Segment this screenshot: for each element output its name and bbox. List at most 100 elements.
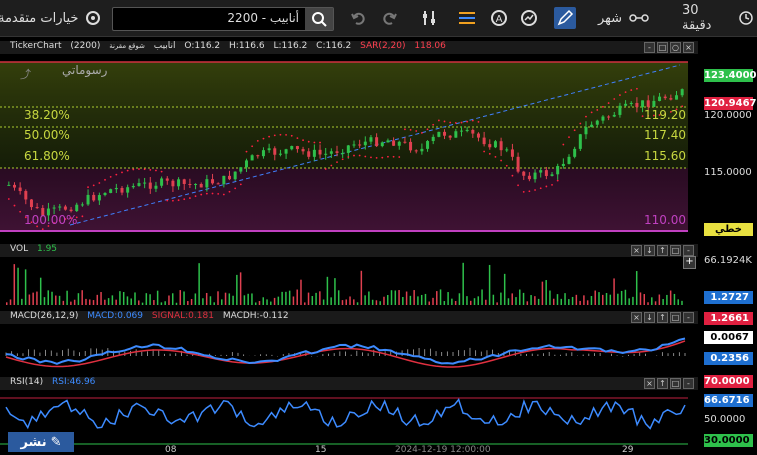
candle-body — [80, 204, 84, 206]
move-up-button[interactable]: ↑ — [657, 245, 668, 256]
candle-body — [426, 141, 430, 149]
candle-body — [482, 137, 486, 145]
volume-bar — [477, 296, 480, 305]
sar-dot — [579, 122, 582, 125]
candle-body — [12, 184, 16, 188]
volume-bar — [564, 293, 566, 305]
maximize-pane-button[interactable]: □ — [670, 378, 681, 389]
maximize-pane-button[interactable]: □ — [657, 42, 668, 53]
move-up-button[interactable]: ↑ — [657, 378, 668, 389]
volume-bar — [168, 295, 170, 305]
rsi-line — [5, 397, 686, 430]
settings-pane-button[interactable]: ○ — [670, 42, 681, 53]
axis-label-115: 115.0000 — [704, 167, 752, 178]
search-icon[interactable] — [305, 8, 333, 30]
volume-bar — [315, 292, 317, 305]
price-axis[interactable] — [698, 55, 757, 241]
candle-body — [18, 187, 22, 192]
ticker-label: TickerChart — [10, 41, 62, 51]
fib-tool-button[interactable] — [456, 0, 478, 36]
period-selector[interactable]: شهر — [598, 0, 650, 36]
sar-dot — [143, 168, 146, 171]
advanced-options-button[interactable]: خيارات متقدمة — [0, 0, 104, 36]
candle-body — [154, 185, 158, 189]
volume-bar — [635, 271, 638, 305]
add-indicator-icon[interactable]: + — [683, 256, 696, 269]
move-up-button[interactable]: ↑ — [657, 312, 668, 323]
volume-bar — [190, 298, 193, 305]
candle-body — [680, 89, 684, 96]
minimize-pane-button[interactable]: - — [644, 42, 655, 53]
publish-button[interactable]: نشر ✎ — [8, 432, 74, 452]
trend-circle-icon — [518, 7, 540, 29]
close-pane-button[interactable]: × — [644, 378, 655, 389]
rsi-axis-mid: 50.0000 — [704, 414, 746, 425]
rsi-chart[interactable] — [0, 390, 698, 446]
sar-dot — [302, 139, 304, 142]
trend-button[interactable] — [518, 0, 540, 36]
volume-bar — [171, 293, 174, 305]
candle-body — [420, 148, 424, 152]
symbol-name: أنابيب — [153, 41, 176, 51]
sar-dot — [155, 169, 157, 172]
volume-bar — [353, 299, 355, 305]
draw-tool-button[interactable] — [554, 0, 576, 36]
volume-bar — [285, 291, 287, 305]
close-pane-button[interactable]: × — [631, 245, 642, 256]
redo-button[interactable] — [378, 0, 400, 36]
close-pane-button[interactable]: × — [683, 42, 694, 53]
move-down-button[interactable]: ↓ — [644, 245, 655, 256]
fib-label-100: 100.00% — [24, 213, 78, 227]
macd-chart[interactable] — [0, 324, 698, 374]
alert-a-icon: A — [488, 7, 510, 29]
volume-bar — [145, 293, 148, 305]
volume-bar — [228, 293, 231, 305]
minimize-pane-button[interactable]: - — [683, 245, 694, 256]
candle-body — [465, 129, 469, 131]
sar-dot — [273, 134, 276, 137]
sar-dot — [160, 170, 163, 173]
volume-bar — [454, 301, 457, 305]
timeframe-selector[interactable]: 30 دقيقة — [682, 0, 757, 36]
candle-body — [199, 184, 203, 188]
candle-body — [137, 183, 141, 186]
volume-bar — [632, 296, 634, 305]
volume-bar — [21, 298, 23, 305]
vol-label: VOL — [10, 244, 29, 254]
price-chart[interactable] — [0, 55, 698, 241]
symbol-search[interactable]: 2200 - أنابيب — [112, 7, 334, 31]
minimize-pane-button[interactable]: - — [683, 312, 694, 323]
volume-bar — [156, 290, 159, 305]
indicators-button[interactable] — [418, 0, 440, 36]
sar-dot — [375, 156, 378, 159]
pencil-chart-icon — [554, 7, 576, 29]
volume-bar — [473, 298, 476, 305]
candle-body — [567, 156, 571, 164]
close-pane-button[interactable]: × — [631, 312, 642, 323]
volume-bar — [213, 302, 215, 305]
volume-bar — [394, 290, 397, 305]
volume-bar — [628, 298, 630, 305]
pencil-icon: ✎ — [50, 434, 62, 450]
volume-bar — [254, 302, 257, 305]
volume-bar — [386, 295, 389, 305]
sar-dot — [449, 121, 452, 124]
alert-button[interactable]: A — [488, 0, 510, 36]
line-tool-tag[interactable]: خطي — [704, 223, 753, 236]
volume-bar — [251, 293, 253, 305]
watermark-text: رسوماتي — [62, 63, 108, 77]
sar-dot — [7, 198, 10, 200]
maximize-pane-button[interactable]: □ — [670, 245, 681, 256]
volume-chart[interactable] — [0, 257, 698, 307]
volume-bar — [620, 290, 623, 305]
sar-dot — [624, 91, 627, 94]
minimize-pane-button[interactable]: - — [683, 378, 694, 389]
candle-body — [358, 144, 362, 146]
main-pane-header: TickerChart (2200) أنابيب شوقع مقرنة O:1… — [0, 41, 698, 54]
search-input[interactable]: 2200 - أنابيب — [227, 11, 299, 25]
candle-body — [148, 182, 152, 189]
volume-bar — [398, 290, 400, 305]
maximize-pane-button[interactable]: □ — [670, 312, 681, 323]
move-down-button[interactable]: ↓ — [644, 312, 655, 323]
undo-button[interactable] — [348, 0, 370, 36]
